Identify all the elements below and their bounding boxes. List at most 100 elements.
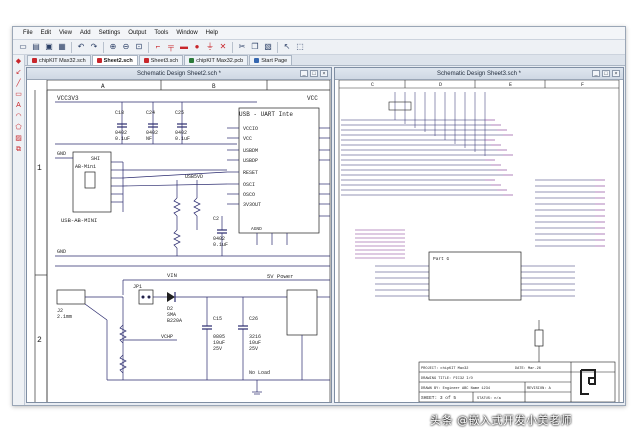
- cut-icon[interactable]: ✂: [236, 41, 248, 53]
- paste-icon[interactable]: ▧: [262, 41, 274, 53]
- main-toolbar: ▭ ▤ ▣ ▦ ↶ ↷ ⊕ ⊖ ⊡ ⌐ ╤ ▬ ● ⏚ ✕ ✂ ❐ ▧ ↖ ⬚: [13, 40, 625, 55]
- zoom-fit-icon[interactable]: ⊡: [133, 41, 145, 53]
- document-tabs: chipKIT Max32.sch Sheet2.sch Sheet3.sch …: [25, 55, 625, 66]
- schematic-window-sheet2[interactable]: Schematic Design Sheet2.sch * _ □ × A B …: [26, 67, 332, 403]
- pointer-icon[interactable]: ↖: [281, 41, 293, 53]
- menu-tools[interactable]: Tools: [150, 27, 172, 40]
- column-label: F: [581, 82, 584, 88]
- delete-icon[interactable]: ✕: [217, 41, 229, 53]
- zoom-out-icon[interactable]: ⊖: [120, 41, 132, 53]
- part-label: Part G: [433, 256, 450, 262]
- net-label-gnd: GND: [57, 151, 66, 157]
- pin-icon[interactable]: ↙: [14, 68, 23, 77]
- arc-icon[interactable]: ◠: [14, 112, 23, 121]
- tab-label: chipKIT Max32.sch: [39, 57, 86, 64]
- junction-icon[interactable]: ●: [191, 41, 203, 53]
- print-icon[interactable]: ▦: [56, 41, 68, 53]
- tab-start-page[interactable]: Start Page: [249, 55, 293, 65]
- undo-icon[interactable]: ↶: [75, 41, 87, 53]
- watermark-text: 头条 @嵌入式开发小美老师: [430, 414, 572, 427]
- tab-label: chipKIT Max32.pcb: [196, 57, 244, 64]
- group-icon[interactable]: ⧉: [14, 145, 23, 154]
- draw-rect-icon[interactable]: ▭: [14, 90, 23, 99]
- maximize-icon[interactable]: □: [310, 70, 318, 77]
- copy-icon[interactable]: ❐: [249, 41, 261, 53]
- title-block-sheet: SHEET: 3 of 5: [421, 395, 456, 401]
- no-load-note: No Load: [249, 370, 270, 376]
- schematic-canvas[interactable]: C D E F Part G PROJECT: chipKIT Max32 DA…: [335, 79, 623, 402]
- bus-icon[interactable]: ╤: [165, 41, 177, 53]
- c2-value: 0.1uF: [213, 242, 228, 248]
- menu-view[interactable]: View: [55, 27, 76, 40]
- toolbar-separator: [148, 41, 149, 53]
- save-icon[interactable]: ▣: [43, 41, 55, 53]
- row-label: 2: [37, 336, 42, 345]
- close-icon[interactable]: ×: [612, 70, 620, 77]
- label-icon[interactable]: ▬: [178, 41, 190, 53]
- c18-value: 0.1uF: [115, 136, 130, 142]
- window-controls: _ □ ×: [300, 70, 328, 77]
- menu-output[interactable]: Output: [124, 27, 150, 40]
- schematic-file-icon: [143, 58, 149, 63]
- polygon-icon[interactable]: ⬠: [14, 123, 23, 132]
- c15-ref: C15: [213, 316, 222, 322]
- pin-label-reset: RESET: [243, 170, 258, 176]
- tab-chipkit-max32-sch[interactable]: chipKIT Max32.sch: [27, 55, 91, 65]
- c2-ref: C2: [213, 216, 219, 222]
- component-icon[interactable]: ◆: [14, 57, 23, 66]
- draw-line-icon[interactable]: ╱: [14, 79, 23, 88]
- window-title: Schematic Design Sheet3.sch *: [436, 71, 522, 77]
- c24-ref: C24: [146, 110, 155, 116]
- schematic-file-icon: [32, 58, 37, 63]
- window-title-bar[interactable]: Schematic Design Sheet2.sch * _ □ ×: [27, 68, 331, 80]
- zoom-in-icon[interactable]: ⊕: [107, 41, 119, 53]
- minimize-icon[interactable]: _: [300, 70, 308, 77]
- close-icon[interactable]: ×: [320, 70, 328, 77]
- net-label-vcc3v3: VCC3V3: [57, 95, 79, 102]
- menu-add[interactable]: Add: [76, 27, 95, 40]
- schematic-window-sheet3[interactable]: Schematic Design Sheet3.sch * _ □ × C D: [334, 67, 624, 403]
- minimize-icon[interactable]: _: [592, 70, 600, 77]
- menu-edit[interactable]: Edit: [37, 27, 55, 40]
- window-title-bar[interactable]: Schematic Design Sheet3.sch * _ □ ×: [335, 68, 623, 80]
- title-block-drawn-by: DRAWN BY: Engineer ABC Name 1234: [421, 386, 490, 391]
- section-title-5v-power: 5V Power: [267, 273, 293, 280]
- tab-sheet2-sch[interactable]: Sheet2.sch: [91, 55, 138, 65]
- title-block-revision: REVISION: A: [527, 387, 552, 391]
- c24-value: NF: [146, 136, 152, 142]
- schematic-file-icon: [96, 58, 102, 63]
- net-label-usb5vd: USB5VD: [185, 174, 203, 180]
- menu-settings[interactable]: Settings: [95, 27, 125, 40]
- text-icon[interactable]: A: [14, 101, 23, 110]
- pin-label-agnd: AGND: [251, 226, 262, 232]
- app-window: File Edit View Add Settings Output Tools…: [12, 26, 626, 406]
- pin-label-usbdm: USBDM: [243, 148, 258, 154]
- select-icon[interactable]: ⬚: [294, 41, 306, 53]
- image-icon[interactable]: ▨: [14, 134, 23, 143]
- open-icon[interactable]: ▤: [30, 41, 42, 53]
- tab-chipkit-max32-pcb[interactable]: chipKIT Max32.pcb: [184, 55, 249, 65]
- net-label-vchp: VCHP: [161, 334, 173, 340]
- new-icon[interactable]: ▭: [17, 41, 29, 53]
- connector-type: AB-Mini: [75, 164, 96, 170]
- schematic-canvas[interactable]: A B 1 2 VCC3V3 VCC USB - UART Inte C18 0…: [27, 79, 331, 402]
- c18-ref: C18: [115, 110, 124, 116]
- tab-label: Sheet2.sch: [103, 57, 133, 64]
- tab-label: Start Page: [261, 57, 288, 64]
- menu-window[interactable]: Window: [172, 27, 201, 40]
- wire-icon[interactable]: ⌐: [152, 41, 164, 53]
- toolbar-separator: [103, 41, 104, 53]
- redo-icon[interactable]: ↷: [88, 41, 100, 53]
- schematic-drawing-sheet2: A B 1 2 VCC3V3 VCC USB - UART Inte C18 0…: [34, 79, 331, 402]
- pin-label-vcc: VCC: [243, 136, 252, 142]
- c26-voltage: 25V: [249, 346, 258, 352]
- menu-bar: File Edit View Add Settings Output Tools…: [13, 27, 625, 40]
- net-label-vin: VIN: [167, 272, 177, 279]
- menu-file[interactable]: File: [19, 27, 37, 40]
- column-label: E: [509, 82, 512, 88]
- maximize-icon[interactable]: □: [602, 70, 610, 77]
- tab-sheet3-sch[interactable]: Sheet3.sch: [138, 55, 184, 65]
- power-icon[interactable]: ⏚: [204, 41, 216, 53]
- ic-title: USB - UART Inte: [239, 111, 293, 118]
- menu-help[interactable]: Help: [202, 27, 222, 40]
